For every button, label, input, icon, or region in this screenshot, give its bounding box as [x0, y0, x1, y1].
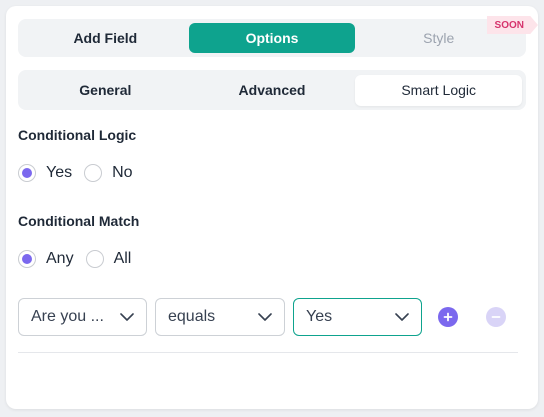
- conditional-logic-no-radio[interactable]: No: [84, 164, 133, 182]
- radio-unchecked-icon: [85, 250, 104, 268]
- chevron-down-icon: [120, 310, 134, 324]
- conditional-match-title: Conditional Match: [18, 213, 140, 229]
- radio-checked-icon: [18, 164, 36, 182]
- soon-badge: SOON: [486, 16, 538, 34]
- add-condition-button[interactable]: [438, 307, 458, 327]
- chevron-down-icon: [258, 310, 272, 324]
- radio-label-no: No: [112, 164, 133, 181]
- chevron-down-icon: [395, 310, 409, 324]
- sub-tab-bar: General Advanced Smart Logic: [18, 70, 526, 110]
- condition-operator-select[interactable]: equals: [155, 298, 285, 336]
- condition-field-value: Are you ...: [31, 308, 104, 325]
- minus-icon: [491, 316, 501, 318]
- tab-advanced[interactable]: Advanced: [189, 75, 356, 106]
- conditional-logic-title: Conditional Logic: [18, 127, 137, 143]
- tab-add-field[interactable]: Add Field: [22, 23, 189, 53]
- plus-icon: [443, 312, 453, 322]
- divider: [18, 352, 518, 353]
- radio-label-all: All: [113, 250, 132, 267]
- conditional-match-radio-group: Any All: [18, 250, 143, 268]
- radio-unchecked-icon: [84, 164, 103, 182]
- condition-value-select[interactable]: Yes: [293, 298, 422, 336]
- condition-row: Are you ... equals Yes: [18, 298, 506, 336]
- radio-checked-icon: [18, 250, 36, 268]
- remove-condition-button[interactable]: [486, 307, 506, 327]
- top-tab-bar: Add Field Options Style SOON: [18, 16, 538, 57]
- radio-label-yes: Yes: [46, 164, 73, 181]
- conditional-logic-yes-radio[interactable]: Yes: [18, 164, 72, 182]
- condition-field-select[interactable]: Are you ...: [18, 298, 147, 336]
- conditional-logic-radio-group: Yes No: [18, 164, 145, 182]
- radio-label-any: Any: [46, 250, 74, 267]
- settings-panel: Add Field Options Style SOON General Adv…: [6, 6, 538, 409]
- conditional-match-all-radio[interactable]: All: [85, 250, 132, 268]
- tab-general[interactable]: General: [22, 75, 189, 106]
- condition-operator-value: equals: [168, 308, 216, 325]
- tab-options[interactable]: Options: [188, 23, 356, 53]
- conditional-match-any-radio[interactable]: Any: [18, 250, 74, 268]
- tab-smart-logic[interactable]: Smart Logic: [355, 74, 523, 106]
- condition-value-value: Yes: [306, 308, 333, 325]
